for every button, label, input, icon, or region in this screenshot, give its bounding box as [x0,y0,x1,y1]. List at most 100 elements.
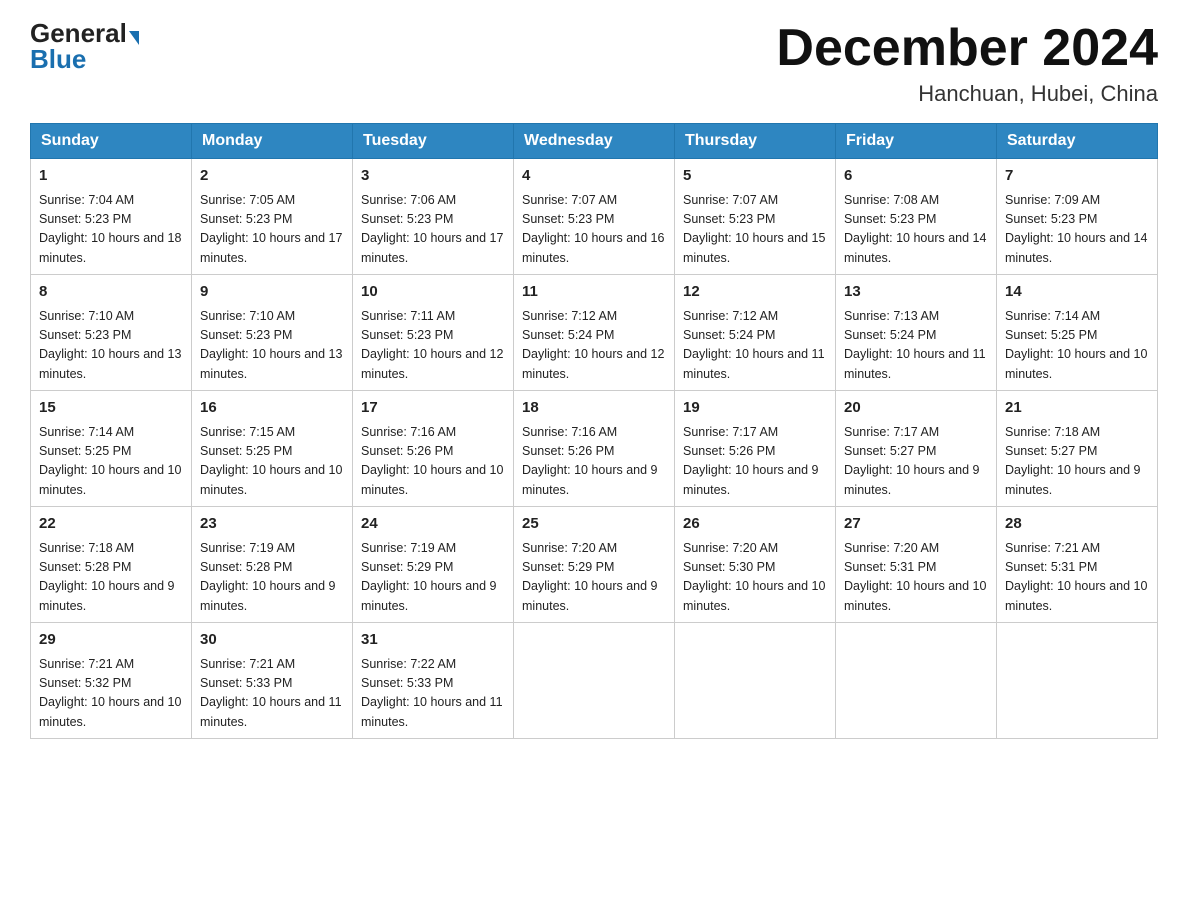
col-header-wednesday: Wednesday [514,124,675,159]
day-number: 4 [522,165,666,188]
day-number: 17 [361,397,505,420]
day-number: 13 [844,281,988,304]
day-number: 9 [200,281,344,304]
day-info: Sunrise: 7:05 AM Sunset: 5:23 PM Dayligh… [200,191,344,269]
day-number: 11 [522,281,666,304]
calendar-cell: 6 Sunrise: 7:08 AM Sunset: 5:23 PM Dayli… [836,159,997,275]
calendar-cell [997,623,1158,739]
calendar-cell: 24 Sunrise: 7:19 AM Sunset: 5:29 PM Dayl… [353,507,514,623]
calendar-cell: 21 Sunrise: 7:18 AM Sunset: 5:27 PM Dayl… [997,391,1158,507]
col-header-monday: Monday [192,124,353,159]
calendar-cell: 11 Sunrise: 7:12 AM Sunset: 5:24 PM Dayl… [514,275,675,391]
calendar-cell: 16 Sunrise: 7:15 AM Sunset: 5:25 PM Dayl… [192,391,353,507]
calendar-cell [836,623,997,739]
calendar-cell: 4 Sunrise: 7:07 AM Sunset: 5:23 PM Dayli… [514,159,675,275]
day-info: Sunrise: 7:06 AM Sunset: 5:23 PM Dayligh… [361,191,505,269]
day-info: Sunrise: 7:15 AM Sunset: 5:25 PM Dayligh… [200,423,344,501]
calendar-cell: 25 Sunrise: 7:20 AM Sunset: 5:29 PM Dayl… [514,507,675,623]
day-number: 23 [200,513,344,536]
day-number: 15 [39,397,183,420]
day-info: Sunrise: 7:04 AM Sunset: 5:23 PM Dayligh… [39,191,183,269]
calendar-header-row: SundayMondayTuesdayWednesdayThursdayFrid… [31,124,1158,159]
day-number: 10 [361,281,505,304]
day-info: Sunrise: 7:21 AM Sunset: 5:33 PM Dayligh… [200,655,344,733]
day-number: 26 [683,513,827,536]
day-info: Sunrise: 7:20 AM Sunset: 5:30 PM Dayligh… [683,539,827,617]
day-number: 12 [683,281,827,304]
day-info: Sunrise: 7:21 AM Sunset: 5:31 PM Dayligh… [1005,539,1149,617]
day-info: Sunrise: 7:18 AM Sunset: 5:27 PM Dayligh… [1005,423,1149,501]
logo-general-text: General [30,20,127,46]
day-info: Sunrise: 7:09 AM Sunset: 5:23 PM Dayligh… [1005,191,1149,269]
calendar-cell: 15 Sunrise: 7:14 AM Sunset: 5:25 PM Dayl… [31,391,192,507]
day-number: 2 [200,165,344,188]
logo-blue-text: Blue [30,46,86,72]
calendar-cell: 13 Sunrise: 7:13 AM Sunset: 5:24 PM Dayl… [836,275,997,391]
day-number: 1 [39,165,183,188]
col-header-friday: Friday [836,124,997,159]
day-info: Sunrise: 7:21 AM Sunset: 5:32 PM Dayligh… [39,655,183,733]
day-info: Sunrise: 7:07 AM Sunset: 5:23 PM Dayligh… [683,191,827,269]
calendar-cell: 23 Sunrise: 7:19 AM Sunset: 5:28 PM Dayl… [192,507,353,623]
day-info: Sunrise: 7:13 AM Sunset: 5:24 PM Dayligh… [844,307,988,385]
calendar-cell [675,623,836,739]
month-title: December 2024 [776,20,1158,77]
day-number: 3 [361,165,505,188]
calendar-cell: 19 Sunrise: 7:17 AM Sunset: 5:26 PM Dayl… [675,391,836,507]
day-info: Sunrise: 7:16 AM Sunset: 5:26 PM Dayligh… [522,423,666,501]
calendar-cell: 18 Sunrise: 7:16 AM Sunset: 5:26 PM Dayl… [514,391,675,507]
calendar-week-row: 15 Sunrise: 7:14 AM Sunset: 5:25 PM Dayl… [31,391,1158,507]
calendar-table: SundayMondayTuesdayWednesdayThursdayFrid… [30,123,1158,739]
day-info: Sunrise: 7:19 AM Sunset: 5:28 PM Dayligh… [200,539,344,617]
day-info: Sunrise: 7:19 AM Sunset: 5:29 PM Dayligh… [361,539,505,617]
day-info: Sunrise: 7:20 AM Sunset: 5:31 PM Dayligh… [844,539,988,617]
calendar-cell: 28 Sunrise: 7:21 AM Sunset: 5:31 PM Dayl… [997,507,1158,623]
calendar-cell: 10 Sunrise: 7:11 AM Sunset: 5:23 PM Dayl… [353,275,514,391]
calendar-cell: 7 Sunrise: 7:09 AM Sunset: 5:23 PM Dayli… [997,159,1158,275]
page-header: General Blue December 2024 Hanchuan, Hub… [30,20,1158,107]
day-number: 16 [200,397,344,420]
calendar-cell: 9 Sunrise: 7:10 AM Sunset: 5:23 PM Dayli… [192,275,353,391]
day-info: Sunrise: 7:22 AM Sunset: 5:33 PM Dayligh… [361,655,505,733]
calendar-cell: 14 Sunrise: 7:14 AM Sunset: 5:25 PM Dayl… [997,275,1158,391]
calendar-week-row: 8 Sunrise: 7:10 AM Sunset: 5:23 PM Dayli… [31,275,1158,391]
calendar-cell: 2 Sunrise: 7:05 AM Sunset: 5:23 PM Dayli… [192,159,353,275]
day-number: 22 [39,513,183,536]
day-number: 21 [1005,397,1149,420]
day-number: 20 [844,397,988,420]
day-number: 5 [683,165,827,188]
day-info: Sunrise: 7:10 AM Sunset: 5:23 PM Dayligh… [39,307,183,385]
calendar-cell: 29 Sunrise: 7:21 AM Sunset: 5:32 PM Dayl… [31,623,192,739]
calendar-cell: 3 Sunrise: 7:06 AM Sunset: 5:23 PM Dayli… [353,159,514,275]
calendar-cell: 27 Sunrise: 7:20 AM Sunset: 5:31 PM Dayl… [836,507,997,623]
day-info: Sunrise: 7:20 AM Sunset: 5:29 PM Dayligh… [522,539,666,617]
calendar-cell: 22 Sunrise: 7:18 AM Sunset: 5:28 PM Dayl… [31,507,192,623]
calendar-cell: 12 Sunrise: 7:12 AM Sunset: 5:24 PM Dayl… [675,275,836,391]
calendar-week-row: 22 Sunrise: 7:18 AM Sunset: 5:28 PM Dayl… [31,507,1158,623]
day-number: 25 [522,513,666,536]
day-info: Sunrise: 7:17 AM Sunset: 5:27 PM Dayligh… [844,423,988,501]
day-info: Sunrise: 7:10 AM Sunset: 5:23 PM Dayligh… [200,307,344,385]
calendar-cell [514,623,675,739]
day-info: Sunrise: 7:08 AM Sunset: 5:23 PM Dayligh… [844,191,988,269]
day-info: Sunrise: 7:14 AM Sunset: 5:25 PM Dayligh… [1005,307,1149,385]
day-info: Sunrise: 7:17 AM Sunset: 5:26 PM Dayligh… [683,423,827,501]
calendar-cell: 5 Sunrise: 7:07 AM Sunset: 5:23 PM Dayli… [675,159,836,275]
calendar-cell: 1 Sunrise: 7:04 AM Sunset: 5:23 PM Dayli… [31,159,192,275]
calendar-week-row: 29 Sunrise: 7:21 AM Sunset: 5:32 PM Dayl… [31,623,1158,739]
day-info: Sunrise: 7:12 AM Sunset: 5:24 PM Dayligh… [522,307,666,385]
day-number: 14 [1005,281,1149,304]
day-number: 6 [844,165,988,188]
day-number: 27 [844,513,988,536]
calendar-cell: 31 Sunrise: 7:22 AM Sunset: 5:33 PM Dayl… [353,623,514,739]
col-header-thursday: Thursday [675,124,836,159]
day-info: Sunrise: 7:18 AM Sunset: 5:28 PM Dayligh… [39,539,183,617]
calendar-cell: 20 Sunrise: 7:17 AM Sunset: 5:27 PM Dayl… [836,391,997,507]
calendar-week-row: 1 Sunrise: 7:04 AM Sunset: 5:23 PM Dayli… [31,159,1158,275]
calendar-cell: 30 Sunrise: 7:21 AM Sunset: 5:33 PM Dayl… [192,623,353,739]
day-number: 31 [361,629,505,652]
calendar-cell: 17 Sunrise: 7:16 AM Sunset: 5:26 PM Dayl… [353,391,514,507]
day-info: Sunrise: 7:12 AM Sunset: 5:24 PM Dayligh… [683,307,827,385]
day-number: 24 [361,513,505,536]
day-info: Sunrise: 7:14 AM Sunset: 5:25 PM Dayligh… [39,423,183,501]
